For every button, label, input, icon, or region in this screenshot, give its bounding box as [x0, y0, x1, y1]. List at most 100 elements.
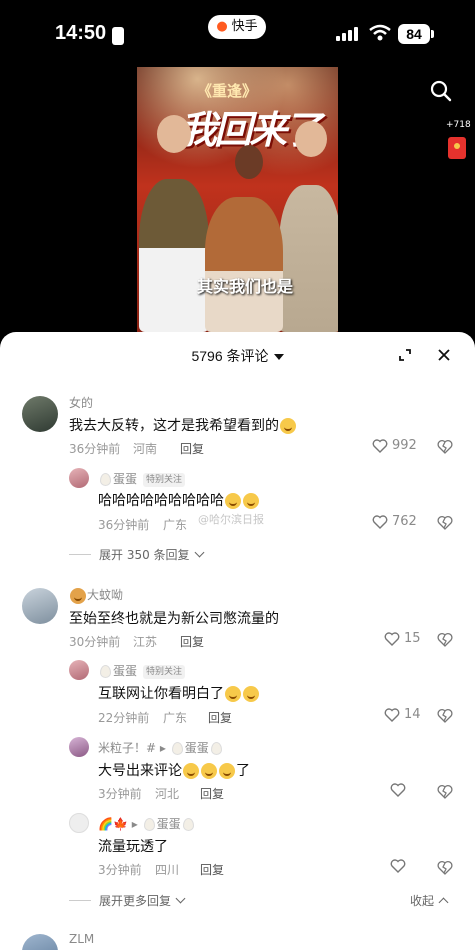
dislike-icon[interactable]: [437, 515, 453, 531]
comment-author[interactable]: 米粒子！# ▸ 蛋蛋: [98, 739, 224, 756]
comment-author[interactable]: ZLM: [69, 932, 94, 946]
grin-emoji-icon: [280, 418, 296, 434]
comment-time: 30分钟前: [69, 635, 121, 649]
coin-count: +718: [446, 120, 471, 130]
dislike-icon[interactable]: [437, 784, 453, 800]
sim-icon: [112, 27, 124, 45]
divider: [69, 900, 91, 901]
person-left: [139, 179, 209, 332]
app-indicator-pill[interactable]: ● 快手: [208, 15, 266, 39]
expand-more-replies-button[interactable]: 展开更多回复: [69, 892, 186, 909]
heart-icon: [390, 859, 406, 873]
battery-indicator: 84: [398, 24, 434, 44]
avatar[interactable]: [69, 660, 89, 680]
reply-button[interactable]: 回复: [180, 440, 204, 457]
reply-button[interactable]: 回复: [208, 709, 232, 726]
avatar[interactable]: [69, 813, 89, 833]
cellular-signal-icon: [336, 27, 360, 41]
comment-location: 广东: [163, 711, 188, 725]
dislike-icon[interactable]: [437, 860, 453, 876]
comment-time: 3分钟前: [98, 863, 142, 877]
egg-emoji-icon: [171, 742, 183, 755]
comment-text-content: 互联网让你看明白了: [98, 686, 224, 702]
wifi-icon: [369, 24, 391, 41]
dislike-icon[interactable]: [437, 632, 453, 648]
video-show-title: 《重逢》: [197, 82, 258, 100]
dislike-icon[interactable]: [437, 439, 453, 455]
comment-author[interactable]: 蛋蛋 特别关注: [98, 470, 186, 487]
close-icon[interactable]: [437, 348, 451, 362]
like-button[interactable]: 15: [384, 631, 421, 646]
battery-level: 84: [406, 26, 422, 42]
comment-text: 至始至终也就是为新公司憋流量的: [69, 611, 279, 627]
comment-text-content: 哈哈哈哈哈哈哈哈哈: [98, 493, 224, 509]
comment-text: 我去大反转，这才是我希望看到的: [69, 415, 297, 435]
person-right-head: [295, 121, 327, 157]
avatar[interactable]: [22, 396, 58, 432]
comment-location: 河北: [155, 787, 180, 801]
comment-author-name: 大蚊呦: [87, 588, 124, 602]
avatar[interactable]: [69, 468, 89, 488]
expand-replies-label: 展开 350 条回复: [99, 548, 190, 562]
status-bar: 14:50 ● 快手 84: [0, 0, 475, 66]
rainbow-emoji-icon: 🌈: [98, 817, 113, 831]
caret-down-icon: [273, 354, 284, 361]
like-button[interactable]: 14: [384, 707, 421, 722]
comment-time: 36分钟前: [69, 442, 121, 456]
comment-author[interactable]: 女的: [69, 394, 93, 411]
laugh-emoji-icon: [219, 763, 235, 779]
avatar[interactable]: [69, 737, 89, 757]
red-packet-icon[interactable]: [448, 137, 466, 159]
reply-to-name: 蛋蛋: [156, 817, 181, 831]
like-button[interactable]: [390, 783, 406, 797]
like-button[interactable]: 992: [372, 438, 417, 453]
like-count: 762: [392, 514, 417, 529]
expand-replies-button[interactable]: 展开 350 条回复: [69, 546, 204, 563]
video-player[interactable]: 《重逢》 我回来了 其实我们也是: [137, 67, 338, 332]
like-count: 14: [404, 707, 421, 722]
comment-count: 5796 条评论: [191, 348, 269, 364]
comments-sheet: 5796 条评论 女的 我去大反转，这才是我希望看到的 36分钟前 河南 回复 …: [0, 332, 475, 950]
egg-emoji-icon: [210, 742, 222, 755]
person-right: [279, 185, 338, 332]
comment-author-name: 蛋蛋: [113, 664, 138, 678]
kuaishou-logo-icon: ●: [216, 19, 228, 34]
comment-location: 广东: [163, 518, 188, 532]
divider: [69, 554, 91, 555]
egg-emoji-icon: [100, 473, 111, 486]
avatar[interactable]: [22, 588, 58, 624]
like-button[interactable]: [390, 859, 406, 873]
status-time: 14:50: [55, 22, 107, 44]
like-button[interactable]: 762: [372, 514, 417, 529]
laugh-emoji-icon: [243, 686, 259, 702]
chevron-down-icon: [194, 547, 204, 558]
reply-button[interactable]: 回复: [180, 633, 204, 650]
expand-icon[interactable]: [398, 348, 412, 362]
reply-button[interactable]: 回复: [200, 861, 224, 878]
egg-emoji-icon: [100, 665, 111, 678]
comment-author[interactable]: 大蚊呦: [69, 586, 123, 604]
comment-text: 大号出来评论了: [98, 763, 250, 779]
egg-emoji-icon: [143, 818, 155, 831]
dislike-icon[interactable]: [437, 708, 453, 724]
search-icon[interactable]: [430, 80, 452, 102]
comment-author[interactable]: 蛋蛋 特别关注: [98, 662, 186, 679]
comment-author[interactable]: 🌈🍁 ▸ 蛋蛋: [98, 815, 196, 832]
laugh-emoji-icon: [201, 763, 217, 779]
reply-to-name: 蛋蛋: [184, 741, 209, 755]
comment-location: 河南: [133, 442, 158, 456]
reply-button[interactable]: 回复: [200, 785, 224, 802]
chevron-down-icon: [175, 893, 186, 904]
comment-text: 互联网让你看明白了: [98, 683, 260, 703]
heart-icon: [384, 631, 400, 646]
comment-time: 3分钟前: [98, 787, 142, 801]
comment-time: 22分钟前: [98, 711, 150, 725]
comments-header: 5796 条评论: [0, 332, 475, 378]
avatar[interactable]: [22, 934, 58, 950]
comment-time: 36分钟前: [98, 518, 150, 532]
lion-emoji-icon: [70, 587, 86, 604]
collapse-replies-button[interactable]: 收起: [410, 892, 449, 909]
special-follow-tag: 特别关注: [143, 472, 186, 487]
heart-icon: [384, 707, 400, 722]
laugh-emoji-icon: [183, 763, 199, 779]
